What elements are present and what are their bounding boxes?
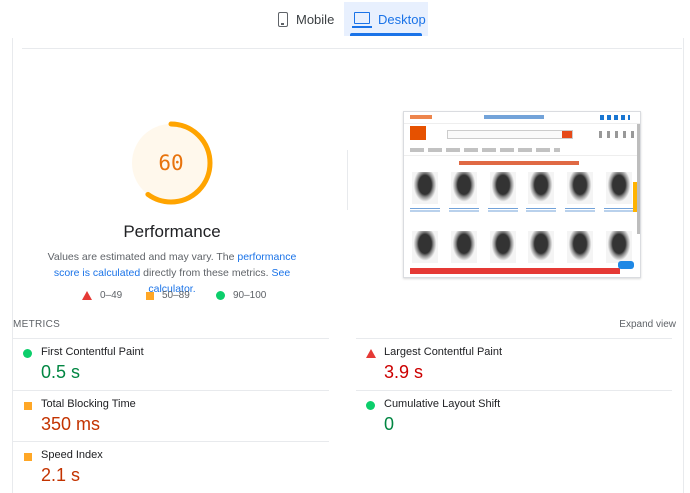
score-legend: 0–49 50–89 90–100 <box>80 290 320 306</box>
legend-fail: 0–49 <box>82 290 122 301</box>
legend-pass: 90–100 <box>216 290 266 301</box>
thumb-topbar <box>404 112 640 124</box>
thumb-product <box>448 172 479 216</box>
thumb-scrollbar <box>637 124 640 234</box>
tab-mobile-label: Mobile <box>296 11 335 27</box>
metric-largest-contentful-paint: Largest Contentful Paint 3.9 s <box>356 338 672 390</box>
divider <box>22 48 682 49</box>
green-circle-icon <box>216 291 225 300</box>
metric-name: First Contentful Paint <box>41 346 144 358</box>
metric-name: Cumulative Layout Shift <box>384 398 501 410</box>
metric-value: 0.5 s <box>41 362 81 382</box>
thumb-search-bar <box>447 130 573 139</box>
thumb-nav <box>410 148 560 152</box>
thumb-product-row-1 <box>410 172 634 216</box>
legend-fail-label: 0–49 <box>100 290 123 301</box>
performance-score: 60 <box>158 151 184 175</box>
metric-value: 350 ms <box>41 414 101 434</box>
thumb-product <box>565 172 596 216</box>
red-triangle-icon <box>366 349 376 358</box>
orange-square-icon <box>24 402 32 410</box>
metric-cumulative-layout-shift: Cumulative Layout Shift 0 <box>356 390 672 442</box>
thumb-product <box>603 172 634 216</box>
device-tabs: Mobile Desktop <box>0 0 690 38</box>
desktop-icon <box>352 12 372 28</box>
thumb-product <box>410 172 440 216</box>
tab-mobile[interactable]: Mobile <box>268 2 342 36</box>
desc-text-1: Values are estimated and may vary. The <box>47 251 238 263</box>
thumb-header-icons <box>599 131 635 138</box>
tab-desktop[interactable]: Desktop <box>344 2 428 36</box>
metric-first-contentful-paint: First Contentful Paint 0.5 s <box>13 338 329 390</box>
metric-total-blocking-time: Total Blocking Time 350 ms <box>13 390 329 442</box>
metric-speed-index: Speed Index 2.1 s <box>13 441 329 493</box>
expand-view-toggle[interactable]: Expand view <box>619 319 676 330</box>
legend-average-label: 50–89 <box>162 290 190 301</box>
metric-name: Largest Contentful Paint <box>384 346 503 358</box>
metric-name: Speed Index <box>41 449 103 461</box>
phone-icon <box>278 11 288 27</box>
thumb-chat-button <box>618 261 634 269</box>
performance-title: Performance <box>123 222 221 241</box>
metric-value: 3.9 s <box>384 362 424 382</box>
metric-value: 0 <box>384 414 395 434</box>
green-circle-icon <box>366 401 375 410</box>
green-circle-icon <box>23 349 32 358</box>
thumb-divider <box>404 155 640 156</box>
page-screenshot-thumbnail[interactable] <box>403 111 641 278</box>
thumb-promo-bar <box>410 268 620 274</box>
orange-square-icon <box>146 291 154 300</box>
thumb-product <box>487 172 518 216</box>
metric-name: Total Blocking Time <box>41 398 136 410</box>
metrics-heading: METRICS <box>13 319 61 330</box>
legend-average: 50–89 <box>146 290 190 301</box>
metric-value: 2.1 s <box>41 465 81 485</box>
red-triangle-icon <box>82 291 92 300</box>
vertical-divider <box>347 150 348 210</box>
thumb-logo <box>410 126 426 140</box>
thumb-product <box>526 172 557 216</box>
legend-pass-label: 90–100 <box>233 290 267 301</box>
orange-square-icon <box>24 453 32 461</box>
tab-desktop-label: Desktop <box>378 11 426 27</box>
desc-text-2: directly from these metrics. <box>140 267 272 279</box>
thumb-headline <box>459 161 579 165</box>
